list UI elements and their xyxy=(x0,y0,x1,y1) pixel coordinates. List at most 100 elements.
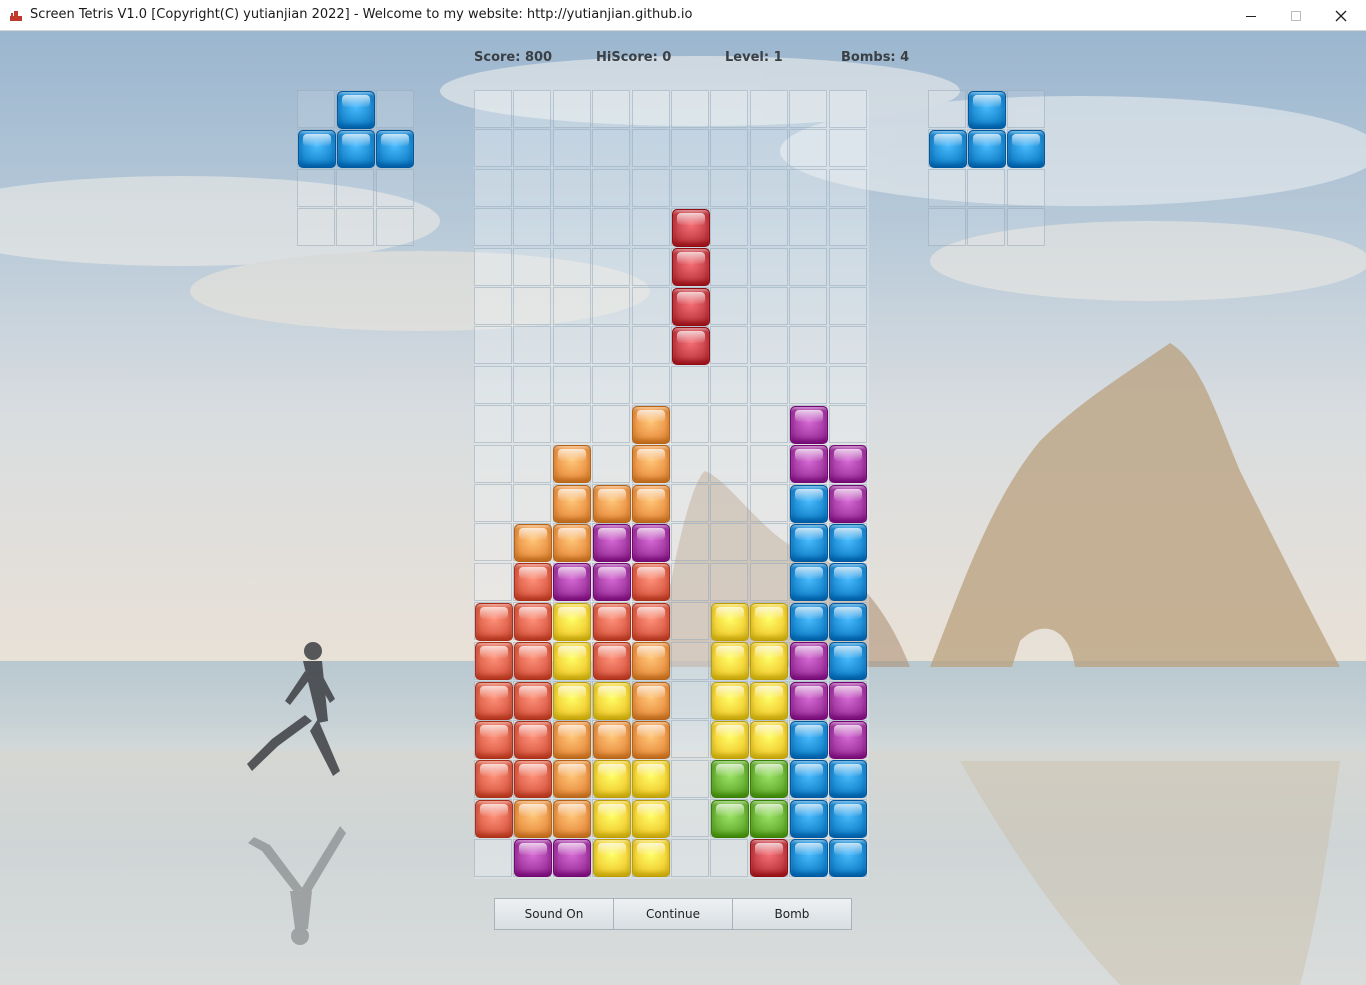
block-blue xyxy=(789,602,828,641)
grid-cell xyxy=(671,838,709,877)
grid-cell xyxy=(710,287,749,325)
block-magenta xyxy=(829,720,868,759)
close-icon xyxy=(1335,10,1347,21)
grid-cell xyxy=(789,90,828,128)
block-blue xyxy=(336,90,375,129)
grid-cell xyxy=(749,90,788,128)
maximize-button[interactable] xyxy=(1273,0,1319,31)
grid-cell xyxy=(749,326,788,365)
grid-cell xyxy=(671,720,709,759)
grid-cell xyxy=(749,484,788,522)
falling-block xyxy=(671,208,710,247)
close-button[interactable] xyxy=(1318,0,1364,31)
next-piece-preview-left xyxy=(297,90,415,247)
grid-cell xyxy=(828,129,867,168)
block-blue xyxy=(789,799,828,838)
hiscore-label: HiScore: 0 xyxy=(596,50,672,65)
block-yellow xyxy=(710,602,749,641)
grid-cell xyxy=(967,168,1006,207)
grid-cell xyxy=(474,208,512,247)
grid-cell xyxy=(710,129,749,168)
block-orange xyxy=(513,799,552,838)
grid-cell xyxy=(828,90,867,128)
grid-cell xyxy=(592,168,631,207)
grid-cell xyxy=(828,365,867,404)
sound-toggle-button[interactable]: Sound On xyxy=(495,899,614,929)
block-blue xyxy=(967,129,1006,168)
grid-cell xyxy=(474,405,512,444)
block-blue xyxy=(829,602,868,641)
grid-cell xyxy=(671,562,709,601)
grid-cell xyxy=(375,208,414,247)
grid-cell xyxy=(592,247,631,286)
title-bar: Screen Tetris V1.0 [Copyright(C) yutianj… xyxy=(0,0,1366,31)
grid-cell xyxy=(631,208,670,247)
grid-cell xyxy=(828,168,867,207)
block-green xyxy=(750,760,789,799)
app-icon xyxy=(10,11,22,21)
grid-cell xyxy=(297,208,335,247)
grid-cell xyxy=(552,365,591,404)
bomb-button[interactable]: Bomb xyxy=(733,899,851,929)
grid-cell xyxy=(710,90,749,128)
block-magenta xyxy=(789,405,828,444)
game-board[interactable] xyxy=(474,90,869,879)
grid-cell xyxy=(671,129,709,168)
grid-cell xyxy=(474,365,512,404)
grid-cell xyxy=(1006,168,1045,207)
block-yellow xyxy=(710,720,749,759)
block-salmon xyxy=(474,681,513,720)
block-orange xyxy=(553,445,592,484)
grid-cell xyxy=(828,405,867,444)
block-yellow xyxy=(710,681,749,720)
grid-cell xyxy=(710,365,749,404)
block-yellow xyxy=(592,681,631,720)
block-blue xyxy=(967,90,1006,129)
grid-cell xyxy=(710,444,749,483)
grid-cell xyxy=(671,602,709,641)
continue-button[interactable]: Continue xyxy=(614,899,733,929)
grid-cell xyxy=(710,838,749,877)
block-yellow xyxy=(632,839,671,878)
grid-cell xyxy=(671,365,709,404)
grid-cell xyxy=(592,365,631,404)
grid-cell xyxy=(828,287,867,325)
grid-cell xyxy=(513,365,552,404)
grid-cell xyxy=(592,90,631,128)
minimize-button[interactable] xyxy=(1228,0,1274,31)
block-orange xyxy=(513,523,552,562)
grid-cell xyxy=(789,326,828,365)
grid-cell xyxy=(749,287,788,325)
level-label: Level: 1 xyxy=(725,50,783,65)
block-blue xyxy=(789,760,828,799)
grid-cell xyxy=(789,287,828,325)
block-salmon xyxy=(513,563,552,602)
grid-cell xyxy=(631,326,670,365)
grid-cell xyxy=(552,129,591,168)
grid-cell xyxy=(671,523,709,562)
grid-cell xyxy=(749,247,788,286)
grid-cell xyxy=(474,326,512,365)
block-blue xyxy=(829,563,868,602)
grid-cell xyxy=(671,444,709,483)
grid-cell xyxy=(552,247,591,286)
block-orange xyxy=(553,799,592,838)
block-blue xyxy=(829,760,868,799)
control-bar: Sound On Continue Bomb xyxy=(494,898,852,930)
grid-cell xyxy=(375,90,414,128)
grid-cell xyxy=(749,562,788,601)
block-yellow xyxy=(750,642,789,681)
grid-cell xyxy=(513,90,552,128)
block-magenta xyxy=(789,642,828,681)
block-salmon xyxy=(474,760,513,799)
rock-arch xyxy=(930,343,1340,667)
block-yellow xyxy=(750,681,789,720)
block-blue xyxy=(829,799,868,838)
block-magenta xyxy=(829,681,868,720)
bombs-label: Bombs: 4 xyxy=(841,50,910,65)
block-green xyxy=(710,799,749,838)
grid-cell xyxy=(552,287,591,325)
falling-block xyxy=(671,287,710,326)
grid-cell xyxy=(592,326,631,365)
grid-cell xyxy=(828,208,867,247)
